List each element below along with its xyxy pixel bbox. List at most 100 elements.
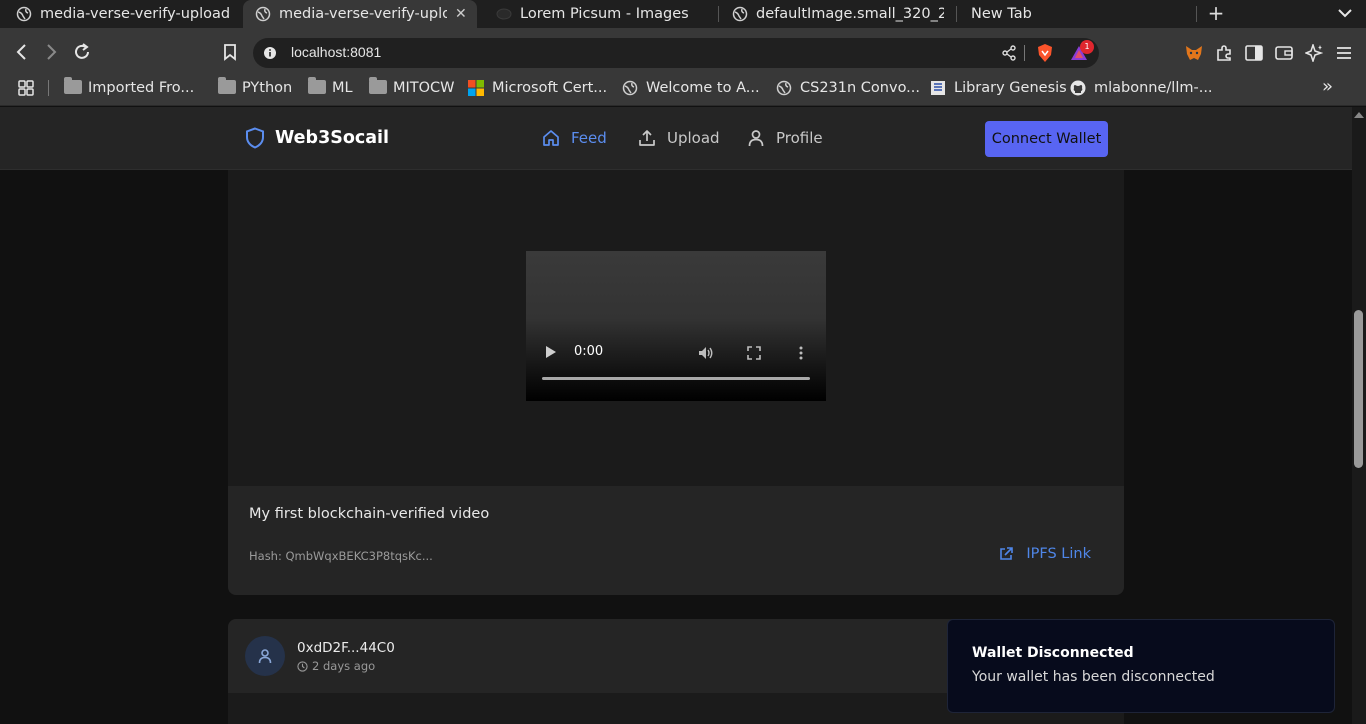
ipfs-link-label: IPFS Link — [1026, 546, 1091, 562]
post-footer: My first blockchain-verified video Hash:… — [228, 486, 1124, 595]
tab-title: media-verse-verify-uploa — [279, 6, 447, 22]
scroll-up-icon[interactable] — [1354, 112, 1364, 118]
url-text[interactable]: localhost:8081 — [291, 44, 381, 60]
tab-title: New Tab — [971, 6, 1032, 22]
video-time: 0:00 — [574, 344, 604, 359]
ipfs-link[interactable]: IPFS Link — [998, 546, 1091, 562]
folder-icon — [218, 77, 236, 96]
video-player[interactable]: 0:00 — [526, 251, 826, 401]
sidebar-icon[interactable] — [1243, 42, 1265, 64]
rewards-badge: 1 — [1080, 40, 1094, 54]
post-caption: My first blockchain-verified video — [249, 506, 490, 522]
post-card: 0:00 My first blockchain-verified video … — [228, 170, 1124, 595]
site-info-icon[interactable] — [259, 42, 281, 64]
nav-upload-label: Upload — [667, 129, 720, 147]
post-hash: Hash: QmbWqxBEKC3P8tqsKc... — [249, 549, 433, 563]
browser-tab-3[interactable]: Lorem Picsum - Images — [492, 0, 714, 28]
video-progress-bar[interactable] — [542, 377, 810, 380]
share-icon[interactable] — [998, 42, 1020, 64]
nav-profile-label: Profile — [776, 129, 823, 147]
bookmark-label: MITOCW — [393, 80, 455, 96]
close-tab-icon[interactable]: ✕ — [455, 6, 467, 22]
bookmark-item[interactable]: Welcome to A... — [622, 78, 760, 98]
bookmark-item[interactable]: PYthon — [218, 77, 293, 98]
toast-message: Your wallet has been disconnected — [972, 669, 1215, 685]
microsoft-logo-icon — [468, 80, 486, 96]
post-time-label: 2 days ago — [312, 659, 376, 673]
tab-separator — [956, 6, 957, 22]
tab-separator — [1196, 6, 1197, 22]
connect-wallet-button[interactable]: Connect Wallet — [985, 121, 1108, 157]
bookmark-item[interactable]: Library Genesis — [930, 78, 1067, 98]
user-icon — [258, 649, 272, 664]
toast-title: Wallet Disconnected — [972, 645, 1134, 661]
folder-icon — [64, 77, 82, 96]
clock-icon — [297, 660, 308, 672]
external-link-icon — [1000, 547, 1014, 560]
globe-icon — [622, 80, 640, 96]
chevron-down-icon[interactable] — [1336, 2, 1354, 24]
leo-ai-icon[interactable] — [1303, 42, 1325, 64]
forward-icon[interactable] — [40, 41, 62, 63]
wallet-address: 0xdD2F...44C0 — [297, 640, 395, 656]
nav-feed[interactable]: Feed — [541, 128, 607, 148]
scrollbar-thumb[interactable] — [1354, 310, 1363, 468]
nav-profile[interactable]: Profile — [746, 128, 823, 148]
menu-icon[interactable] — [1333, 42, 1355, 64]
fullscreen-icon[interactable] — [747, 345, 763, 360]
extensions-icon[interactable] — [1213, 42, 1235, 64]
bookmark-item[interactable]: Microsoft Cert... — [468, 78, 607, 98]
nav-upload[interactable]: Upload — [637, 128, 720, 148]
app-header: Web3Socail Feed Upload Profile Connect W… — [0, 107, 1352, 170]
bookmark-label: Imported Fro... — [88, 80, 195, 96]
tab-title: media-verse-verify-upload — [40, 6, 231, 22]
folder-icon — [308, 77, 326, 96]
post-time: 2 days ago — [297, 659, 375, 673]
metamask-icon[interactable] — [1183, 42, 1205, 64]
browser-tab-5[interactable]: New Tab — [971, 0, 1191, 28]
volume-icon[interactable] — [698, 345, 714, 359]
bookmark-label: mlabonne/llm-... — [1094, 80, 1213, 96]
bookmark-label: PYthon — [242, 80, 293, 96]
brand-logo[interactable]: Web3Socail — [245, 127, 389, 149]
upload-icon — [639, 130, 655, 146]
globe-icon — [16, 6, 32, 22]
brave-shields-icon[interactable] — [1034, 42, 1056, 64]
shield-icon — [246, 127, 264, 149]
bookmark-label: ML — [332, 80, 353, 96]
browser-tab-strip: media-verse-verify-upload media-verse-ve… — [0, 0, 1366, 28]
wallet-icon[interactable] — [1273, 42, 1295, 64]
tab-title: defaultImage.small_320_24( — [756, 6, 944, 22]
github-icon — [1070, 80, 1088, 96]
apps-grid-icon[interactable] — [15, 77, 37, 99]
bookmark-divider — [48, 80, 49, 96]
more-options-icon[interactable] — [796, 345, 812, 360]
back-icon[interactable] — [11, 41, 33, 63]
bookmark-item[interactable]: Imported Fro... — [64, 77, 195, 98]
bookmark-item[interactable]: MITOCW — [369, 77, 455, 98]
folder-icon — [369, 77, 387, 96]
nav-feed-label: Feed — [571, 129, 607, 147]
bookmark-label: Microsoft Cert... — [492, 80, 608, 96]
bookmark-item[interactable]: mlabonne/llm-... — [1070, 78, 1213, 98]
new-tab-button[interactable]: + — [1206, 2, 1226, 24]
tab-title: Lorem Picsum - Images — [520, 6, 689, 22]
globe-icon — [732, 6, 748, 22]
toast-notification[interactable]: Wallet Disconnected Your wallet has been… — [947, 619, 1335, 713]
reload-icon[interactable] — [71, 41, 93, 63]
bookmark-item[interactable]: ML — [308, 77, 353, 98]
bookmark-icon[interactable] — [219, 41, 241, 63]
browser-tab-1[interactable]: media-verse-verify-upload — [8, 0, 240, 28]
avatar[interactable] — [245, 636, 285, 676]
toolbar-divider — [1024, 45, 1025, 61]
bookmarks-overflow-button[interactable]: » — [1322, 76, 1333, 97]
bookmark-label: CS231n Convo... — [800, 80, 921, 96]
picsum-icon — [496, 6, 512, 22]
browser-tab-4[interactable]: defaultImage.small_320_24( — [732, 0, 946, 28]
book-icon — [930, 80, 948, 96]
bookmark-item[interactable]: CS231n Convo... — [776, 78, 920, 98]
browser-tab-2-active[interactable]: media-verse-verify-uploa ✕ — [243, 0, 477, 28]
brand-name: Web3Socail — [275, 128, 390, 148]
tab-separator — [718, 6, 719, 22]
play-icon[interactable] — [546, 346, 556, 358]
